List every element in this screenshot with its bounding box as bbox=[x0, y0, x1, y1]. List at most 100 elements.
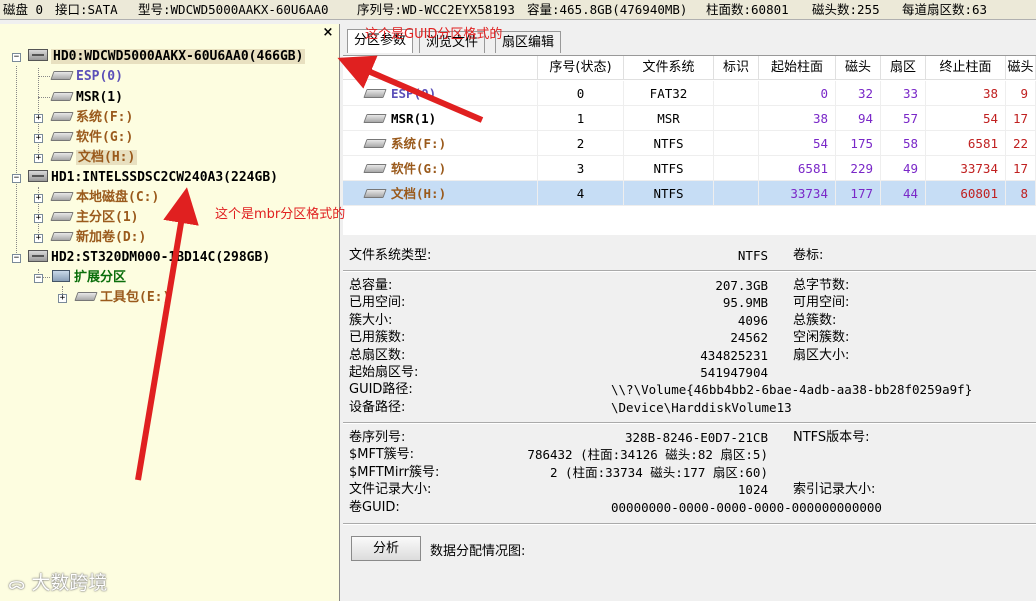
hd1-collapse-toggle[interactable]: − bbox=[12, 174, 21, 183]
hd0-collapse-toggle[interactable]: − bbox=[12, 53, 21, 62]
tree-extended-partition[interactable]: 扩展分区 bbox=[52, 269, 126, 287]
column-header-sector[interactable]: 扇区 bbox=[881, 56, 926, 80]
watermark-logo-icon: ᯅ bbox=[8, 574, 26, 593]
volume-label-label: 卷标: bbox=[793, 248, 824, 263]
mft-cluster-text: 786432 (柱面:34126 磁头:82 扇区:5) bbox=[527, 447, 768, 462]
cell-start-cyl: 54 bbox=[759, 131, 836, 156]
tree-partition-label: ESP(0) bbox=[76, 69, 123, 84]
analyze-button[interactable]: 分析 bbox=[351, 536, 421, 561]
disk-cylinders: 柱面数:60801 bbox=[706, 2, 789, 17]
cell-index: 1 bbox=[538, 106, 624, 131]
disk-info-bar: 磁盘 0 接口:SATA 型号:WDCWD5000AAKX-60U6AA0 序列… bbox=[0, 0, 1036, 20]
extended-partition-icon bbox=[52, 270, 70, 282]
total-sectors-value: 434825231 bbox=[700, 348, 768, 363]
cell-flag bbox=[714, 181, 759, 206]
tree-partition-label: 文档(H:) bbox=[76, 150, 138, 165]
tree-partition-software-g[interactable]: 软件(G:) bbox=[50, 129, 133, 147]
cell-sector: 33 bbox=[881, 81, 926, 106]
disk-interface: 接口:SATA bbox=[55, 2, 118, 17]
cluster-size-value: 4096 bbox=[737, 313, 768, 328]
filesystem-details: 文件系统类型: NTFS 卷标: 总容量: 207.3GB 总字节数: 已用空间… bbox=[343, 237, 1036, 601]
tree-partition-label: MSR(1) bbox=[76, 90, 123, 105]
cluster-size-label: 簇大小: bbox=[349, 313, 393, 328]
tree-partition-esp[interactable]: ESP(0) bbox=[50, 68, 123, 86]
mft-cluster-label: $MFT簇号: bbox=[349, 447, 415, 462]
expand-toggle[interactable]: + bbox=[34, 234, 43, 243]
column-header-volume[interactable]: 卷标 bbox=[343, 56, 538, 80]
tree-disk-hd1[interactable]: HD1:INTELSSDSC2CW240A3(224GB) bbox=[28, 169, 278, 187]
extended-collapse-toggle[interactable]: − bbox=[34, 274, 43, 283]
guid-path-label: GUID路径: bbox=[349, 382, 413, 397]
column-header-fs[interactable]: 文件系统 bbox=[624, 56, 714, 80]
cell-end-cyl: 38 bbox=[926, 81, 1006, 106]
column-header-end-head[interactable]: 磁头 bbox=[1006, 56, 1036, 80]
cell-index: 4 bbox=[538, 181, 624, 206]
cell-end-head: 9 bbox=[1006, 81, 1036, 106]
expand-toggle[interactable]: + bbox=[34, 154, 43, 163]
watermark: ᯅ 大数跨境 bbox=[8, 568, 107, 595]
cell-start-cyl: 0 bbox=[759, 81, 836, 106]
cell-index: 2 bbox=[538, 131, 624, 156]
column-header-flag[interactable]: 标识 bbox=[714, 56, 759, 80]
partition-icon bbox=[50, 92, 74, 101]
cell-head: 175 bbox=[836, 131, 881, 156]
disk-heads: 磁头数:255 bbox=[812, 2, 880, 17]
device-path-value: \Device\HarddiskVolume13 bbox=[611, 400, 792, 415]
volume-serial-label: 卷序列号: bbox=[349, 430, 406, 445]
column-header-end-cylinder[interactable]: 终止柱面 bbox=[926, 56, 1006, 80]
expand-toggle[interactable]: + bbox=[34, 134, 43, 143]
cell-sector: 44 bbox=[881, 181, 926, 206]
disk-number: 磁盘 0 bbox=[3, 2, 44, 17]
cell-name: ESP(0) bbox=[343, 81, 538, 106]
tree-partition-system-f[interactable]: 系统(F:) bbox=[50, 109, 133, 127]
close-icon[interactable]: × bbox=[321, 26, 335, 40]
column-header-head[interactable]: 磁头 bbox=[836, 56, 881, 80]
sector-size-label: 扇区大小: bbox=[793, 348, 850, 363]
tree-partition-new-d[interactable]: 新加卷(D:) bbox=[50, 229, 146, 247]
tree-partition-msr[interactable]: MSR(1) bbox=[50, 89, 123, 107]
column-header-start-cylinder[interactable]: 起始柱面 bbox=[759, 56, 836, 80]
expand-toggle[interactable]: + bbox=[34, 194, 43, 203]
cell-head: 32 bbox=[836, 81, 881, 106]
cell-fs: MSR bbox=[624, 106, 714, 131]
cell-flag bbox=[714, 131, 759, 156]
cell-sector: 49 bbox=[881, 156, 926, 181]
cell-name: 系统(F:) bbox=[343, 131, 538, 156]
allocation-map-label: 数据分配情况图: bbox=[430, 544, 526, 559]
table-row[interactable]: 文档(H:) 4 NTFS 33734 177 44 60801 8 bbox=[343, 181, 1036, 206]
ntfs-version-label: NTFS版本号: bbox=[793, 430, 870, 445]
used-clusters-value: 24562 bbox=[730, 330, 768, 345]
cell-end-head: 17 bbox=[1006, 156, 1036, 181]
table-row[interactable]: MSR(1) 1 MSR 38 94 57 54 17 bbox=[343, 106, 1036, 131]
table-row[interactable]: ESP(0) 0 FAT32 0 32 33 38 9 bbox=[343, 81, 1036, 106]
cell-end-head: 17 bbox=[1006, 106, 1036, 131]
cell-sector: 58 bbox=[881, 131, 926, 156]
cell-end-cyl: 60801 bbox=[926, 181, 1006, 206]
tree-disk-hd2[interactable]: HD2:ST320DM000-1BD14C(298GB) bbox=[28, 249, 270, 267]
guid-annotation: 这个是GUID分区格式的 bbox=[365, 27, 503, 42]
total-sectors-label: 总扇区数: bbox=[349, 348, 406, 363]
total-bytes-label: 总字节数: bbox=[793, 278, 850, 293]
fs-type-value: NTFS bbox=[737, 248, 768, 263]
cell-head: 94 bbox=[836, 106, 881, 131]
expand-toggle[interactable]: + bbox=[34, 114, 43, 123]
hd2-collapse-toggle[interactable]: − bbox=[12, 254, 21, 263]
table-row[interactable]: 系统(F:) 2 NTFS 54 175 58 6581 22 bbox=[343, 131, 1036, 156]
tree-disk-hd0[interactable]: HD0:WDCWD5000AAKX-60U6AA0(466GB) bbox=[28, 48, 306, 66]
expand-toggle[interactable]: + bbox=[34, 214, 43, 223]
column-header-index[interactable]: 序号(状态) bbox=[538, 56, 624, 80]
tree-partition-primary-1[interactable]: 主分区(1) bbox=[50, 209, 138, 227]
tab-sector-edit[interactable]: 扇区编辑 bbox=[495, 31, 562, 53]
cell-end-cyl: 6581 bbox=[926, 131, 1006, 156]
hard-disk-icon bbox=[28, 170, 48, 182]
tree-partition-docs-h[interactable]: 文档(H:) bbox=[50, 149, 138, 167]
tree-partition-tools-e[interactable]: 工具包(E:) bbox=[74, 289, 170, 307]
cell-start-cyl: 33734 bbox=[759, 181, 836, 206]
partition-icon bbox=[50, 212, 74, 221]
table-row[interactable]: 软件(G:) 3 NTFS 6581 229 49 33734 17 bbox=[343, 156, 1036, 181]
expand-toggle[interactable]: + bbox=[58, 294, 67, 303]
guid-path-value: \\?\Volume{46bb4bb2-6bae-4adb-aa38-bb28f… bbox=[611, 382, 973, 397]
disk-capacity: 容量:465.8GB(476940MB) bbox=[527, 2, 688, 17]
tree-disk-label: HD0:WDCWD5000AAKX-60U6AA0(466GB) bbox=[51, 49, 306, 64]
tree-partition-local-c[interactable]: 本地磁盘(C:) bbox=[50, 189, 159, 207]
